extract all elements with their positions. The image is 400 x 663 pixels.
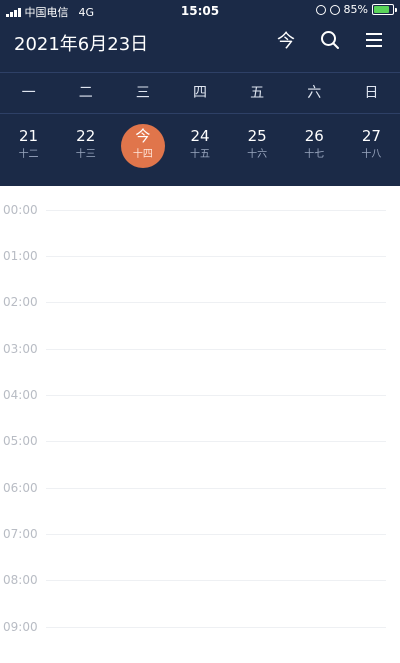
hour-line — [46, 580, 386, 581]
date-number: 27 — [361, 127, 381, 145]
hour-line — [46, 488, 386, 489]
dates-row: 21 十二 22 十三 今 十四 24 十五 25 十六 26 十七 27 十八 — [0, 122, 400, 172]
time-slot[interactable]: 03:00 — [0, 339, 400, 359]
time-label: 05:00 — [3, 434, 38, 448]
search-icon — [321, 31, 339, 49]
weekday-sun: 日 — [364, 85, 379, 101]
date-title[interactable]: 2021年6月23日 — [14, 30, 148, 56]
time-slot[interactable]: 09:00 — [0, 617, 400, 637]
time-slot[interactable]: 05:00 — [0, 431, 400, 451]
hour-line — [46, 256, 386, 257]
calendar-header: 中国电信 4G 15:05 85% 2021年6月23日 今 一 二 三 四 五… — [0, 0, 400, 186]
day-timeline[interactable]: 00:00 01:00 02:00 03:00 04:00 05:00 06:0… — [0, 186, 400, 663]
header-actions: 今 — [274, 28, 386, 52]
weekday-mon: 一 — [21, 85, 36, 101]
hour-line — [46, 302, 386, 303]
battery-percent: 85% — [343, 3, 368, 16]
weekday-row: 一 二 三 四 五 六 日 — [0, 78, 400, 108]
date-number: 21 — [19, 127, 39, 145]
hour-line — [46, 627, 386, 628]
lunar-date: 十六 — [247, 149, 268, 160]
lunar-date: 十三 — [75, 149, 96, 160]
status-bar: 中国电信 4G 15:05 85% — [0, 0, 400, 22]
time-slot[interactable]: 04:00 — [0, 385, 400, 405]
time-label: 00:00 — [3, 203, 38, 217]
time-slot[interactable]: 02:00 — [0, 292, 400, 312]
date-cell[interactable]: 26 十七 — [286, 122, 343, 172]
time-label: 02:00 — [3, 295, 38, 309]
time-label: 03:00 — [3, 342, 38, 356]
lunar-date: 十五 — [189, 149, 210, 160]
date-cell[interactable]: 21 十二 — [0, 122, 57, 172]
weekday-thu: 四 — [192, 85, 207, 101]
weekday-divider — [0, 113, 400, 114]
weekday-tue: 二 — [78, 85, 93, 101]
time-label: 01:00 — [3, 249, 38, 263]
date-cell[interactable]: 22 十三 — [57, 122, 114, 172]
date-number: 24 — [190, 127, 210, 145]
header-divider — [0, 72, 400, 73]
date-number: 22 — [76, 127, 96, 145]
time-slot[interactable]: 08:00 — [0, 570, 400, 590]
hour-line — [46, 441, 386, 442]
lunar-date: 十八 — [361, 149, 382, 160]
hour-line — [46, 395, 386, 396]
time-label: 08:00 — [3, 573, 38, 587]
time-label: 07:00 — [3, 527, 38, 541]
date-number: 26 — [304, 127, 324, 145]
hour-line — [46, 534, 386, 535]
date-cell[interactable]: 27 十八 — [343, 122, 400, 172]
menu-button[interactable] — [362, 28, 386, 52]
weekday-wed: 三 — [135, 85, 150, 101]
date-cell[interactable]: 25 十六 — [229, 122, 286, 172]
date-number: 今 — [135, 127, 151, 145]
hour-line — [46, 210, 386, 211]
time-label: 04:00 — [3, 388, 38, 402]
orientation-lock-icon — [315, 4, 326, 15]
lunar-date: 十四 — [132, 149, 153, 160]
time-slot[interactable]: 00:00 — [0, 200, 400, 220]
hour-line — [46, 349, 386, 350]
menu-icon — [366, 33, 382, 47]
date-cell-today[interactable]: 今 十四 — [114, 122, 171, 172]
weekday-fri: 五 — [250, 85, 265, 101]
status-right: 85% — [315, 3, 397, 16]
today-button[interactable]: 今 — [274, 28, 298, 52]
lunar-date: 十二 — [18, 149, 39, 160]
time-slot[interactable]: 01:00 — [0, 246, 400, 266]
time-slot[interactable]: 07:00 — [0, 524, 400, 544]
battery-icon — [372, 4, 397, 15]
time-slot[interactable]: 06:00 — [0, 478, 400, 498]
date-cell[interactable]: 24 十五 — [171, 122, 228, 172]
time-label: 09:00 — [3, 620, 38, 634]
search-button[interactable] — [318, 28, 342, 52]
time-label: 06:00 — [3, 481, 38, 495]
battery-fill — [374, 6, 390, 13]
alarm-icon — [329, 4, 340, 15]
lunar-date: 十七 — [304, 149, 325, 160]
today-button-label: 今 — [277, 31, 295, 52]
weekday-sat: 六 — [307, 85, 322, 101]
date-number: 25 — [247, 127, 267, 145]
title-row: 2021年6月23日 今 — [0, 26, 400, 60]
